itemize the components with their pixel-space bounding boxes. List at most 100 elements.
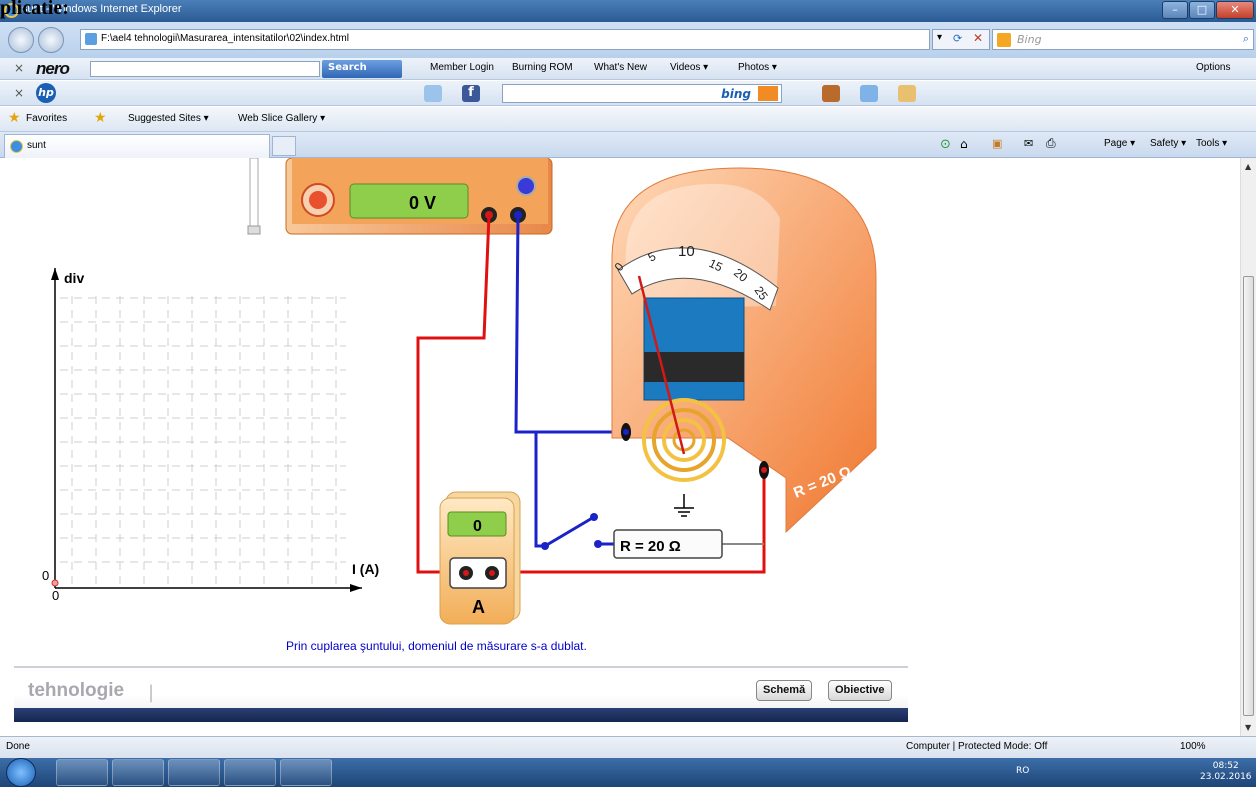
- burning-rom-link[interactable]: Burning ROM: [512, 62, 573, 73]
- ammeter-unit-label: A: [472, 597, 485, 617]
- scroll-down-icon[interactable]: ▼: [1245, 723, 1251, 732]
- nero-search-button[interactable]: Search: [322, 60, 402, 78]
- dropdown-icon[interactable]: ▾: [937, 32, 942, 43]
- address-controls[interactable]: ▾ ⟳ ✕: [932, 29, 990, 50]
- hp-search-input[interactable]: bing: [502, 84, 782, 103]
- switch-lever[interactable]: [544, 515, 595, 548]
- indicator-light: [516, 176, 536, 196]
- tool-icon[interactable]: [822, 85, 840, 102]
- graph-origin-x: 0: [52, 588, 59, 603]
- origin-point: [51, 579, 59, 587]
- safety-menu[interactable]: Safety ▾: [1150, 138, 1186, 149]
- member-login-link[interactable]: Member Login: [430, 62, 494, 73]
- tab-row: sunt ⊙ ⌂ ▣ ✉ ⎙ Page ▾ Safety ▾ Tools ▾: [0, 132, 1256, 158]
- favorites-bar: ★ Favorites ★ Suggested Sites ▾ Web Slic…: [0, 107, 1256, 132]
- clock-time: 08:52: [1212, 761, 1239, 771]
- bottom-navigation-bar: tehnologie | Schemă Obiective: [14, 666, 908, 722]
- whats-new-link[interactable]: What's New: [594, 62, 647, 73]
- videos-menu[interactable]: Videos ▾: [670, 62, 708, 73]
- paper-plane-icon[interactable]: [424, 85, 442, 102]
- window-title-bar: sunt - Windows Internet Explorer – □ ✕: [0, 0, 1256, 22]
- search-placeholder: Bing: [1017, 33, 1042, 46]
- tab-label: sunt: [27, 140, 46, 151]
- rss-icon[interactable]: ▣: [992, 137, 1002, 150]
- voltage-value: 0 V: [409, 193, 436, 213]
- graph-origin-y: 0: [42, 568, 49, 583]
- nero-toolbar: × nero Search Member Login Burning ROM W…: [0, 58, 1256, 80]
- close-button[interactable]: ✕: [1216, 1, 1254, 19]
- mail-icon[interactable]: ✉: [1024, 137, 1033, 150]
- favorites-star-icon[interactable]: ★: [8, 110, 21, 126]
- page-icon: [85, 33, 97, 45]
- photos-menu[interactable]: Photos ▾: [738, 62, 777, 73]
- ie-page-icon: [10, 140, 23, 153]
- blue-wire-switch: [534, 432, 545, 548]
- options-menu[interactable]: Options: [1196, 62, 1230, 73]
- blue-wire-meter: [514, 214, 626, 434]
- resistor-label: R = 20 Ω: [620, 538, 681, 555]
- forward-button[interactable]: [38, 27, 64, 53]
- simulation-canvas: div I (A) 0 0 0 V 0 A R = 20 Ω R = 20 Ω …: [42, 158, 877, 625]
- search-icon[interactable]: ⌕: [1243, 32, 1249, 46]
- new-tab-button[interactable]: [272, 136, 296, 156]
- scroll-up-icon[interactable]: ▲: [1245, 162, 1251, 171]
- home-icon[interactable]: ⌂: [960, 137, 968, 151]
- close-toolbar-icon[interactable]: ×: [14, 61, 24, 75]
- restore-button[interactable]: □: [1189, 1, 1215, 19]
- weather-icon[interactable]: [898, 85, 916, 102]
- back-button[interactable]: [8, 27, 34, 53]
- page-heading-fragment: plicatie:: [0, 0, 69, 19]
- explorer-taskbar-icon[interactable]: [112, 759, 164, 786]
- status-bar: Done Computer | Protected Mode: Off 100%: [0, 736, 1256, 758]
- stop-icon[interactable]: ✕: [973, 31, 983, 45]
- refresh-icon[interactable]: ⟳: [953, 32, 962, 45]
- address-field[interactable]: F:\ael4 tehnologii\Masurarea_intensitati…: [80, 29, 930, 50]
- ie-taskbar-icon[interactable]: [56, 759, 108, 786]
- tools-menu[interactable]: Tools ▾: [1196, 138, 1227, 149]
- footer-band: [14, 708, 908, 722]
- search-box[interactable]: Bing ⌕: [992, 29, 1254, 50]
- clock[interactable]: 08:52 23.02.2016: [1200, 761, 1252, 783]
- scroll-thumb[interactable]: [1243, 276, 1254, 716]
- brand-separator: |: [148, 682, 155, 703]
- nero-logo: nero: [36, 59, 70, 78]
- status-text: Done: [6, 741, 30, 752]
- bing-brand: bing: [721, 87, 751, 101]
- scale-tick-10: 10: [678, 243, 695, 260]
- security-zone[interactable]: Computer | Protected Mode: Off: [906, 741, 1047, 752]
- hp-toolbar: × hp f bing: [0, 81, 1256, 106]
- feeds-icon[interactable]: ⊙: [940, 137, 951, 152]
- address-row: F:\ael4 tehnologii\Masurarea_intensitati…: [0, 22, 1256, 58]
- archive-taskbar-icon[interactable]: [280, 759, 332, 786]
- vertical-scrollbar[interactable]: ▲ ▼: [1240, 158, 1256, 736]
- media-taskbar-icon[interactable]: [168, 759, 220, 786]
- page-menu[interactable]: Page ▾: [1104, 138, 1135, 149]
- slider-track[interactable]: [249, 158, 259, 231]
- slider-handle[interactable]: [247, 225, 261, 235]
- suggested-sites-link[interactable]: Suggested Sites ▾: [128, 113, 209, 124]
- facebook-icon[interactable]: f: [462, 85, 480, 102]
- scheme-button[interactable]: Schemă: [756, 680, 813, 701]
- clock-date: 23.02.2016: [1200, 772, 1252, 782]
- graph: [51, 268, 362, 592]
- graph-y-label: div: [64, 270, 84, 286]
- objectives-button[interactable]: Obiective: [828, 680, 892, 701]
- grid-lines: [60, 296, 346, 584]
- close-toolbar-icon[interactable]: ×: [14, 86, 24, 100]
- print-icon[interactable]: ⎙: [1046, 136, 1056, 151]
- graph-x-label: I (A): [352, 561, 379, 577]
- taskbar: RO 08:52 23.02.2016: [0, 758, 1256, 787]
- hp-logo[interactable]: hp: [36, 83, 56, 103]
- language-indicator[interactable]: RO: [1016, 766, 1029, 776]
- like-icon[interactable]: [860, 85, 878, 102]
- web-slice-gallery-link[interactable]: Web Slice Gallery ▾: [238, 113, 325, 124]
- zoom-level[interactable]: 100%: [1180, 741, 1206, 752]
- search-icon[interactable]: [758, 86, 778, 101]
- minimize-button[interactable]: –: [1162, 1, 1188, 19]
- favorites-button[interactable]: Favorites: [26, 113, 67, 124]
- tab-sunt[interactable]: sunt: [4, 134, 270, 158]
- chrome-taskbar-icon[interactable]: [224, 759, 276, 786]
- nero-search-input[interactable]: [90, 61, 320, 77]
- start-button[interactable]: [6, 758, 36, 787]
- add-favorite-icon[interactable]: ★: [94, 110, 107, 126]
